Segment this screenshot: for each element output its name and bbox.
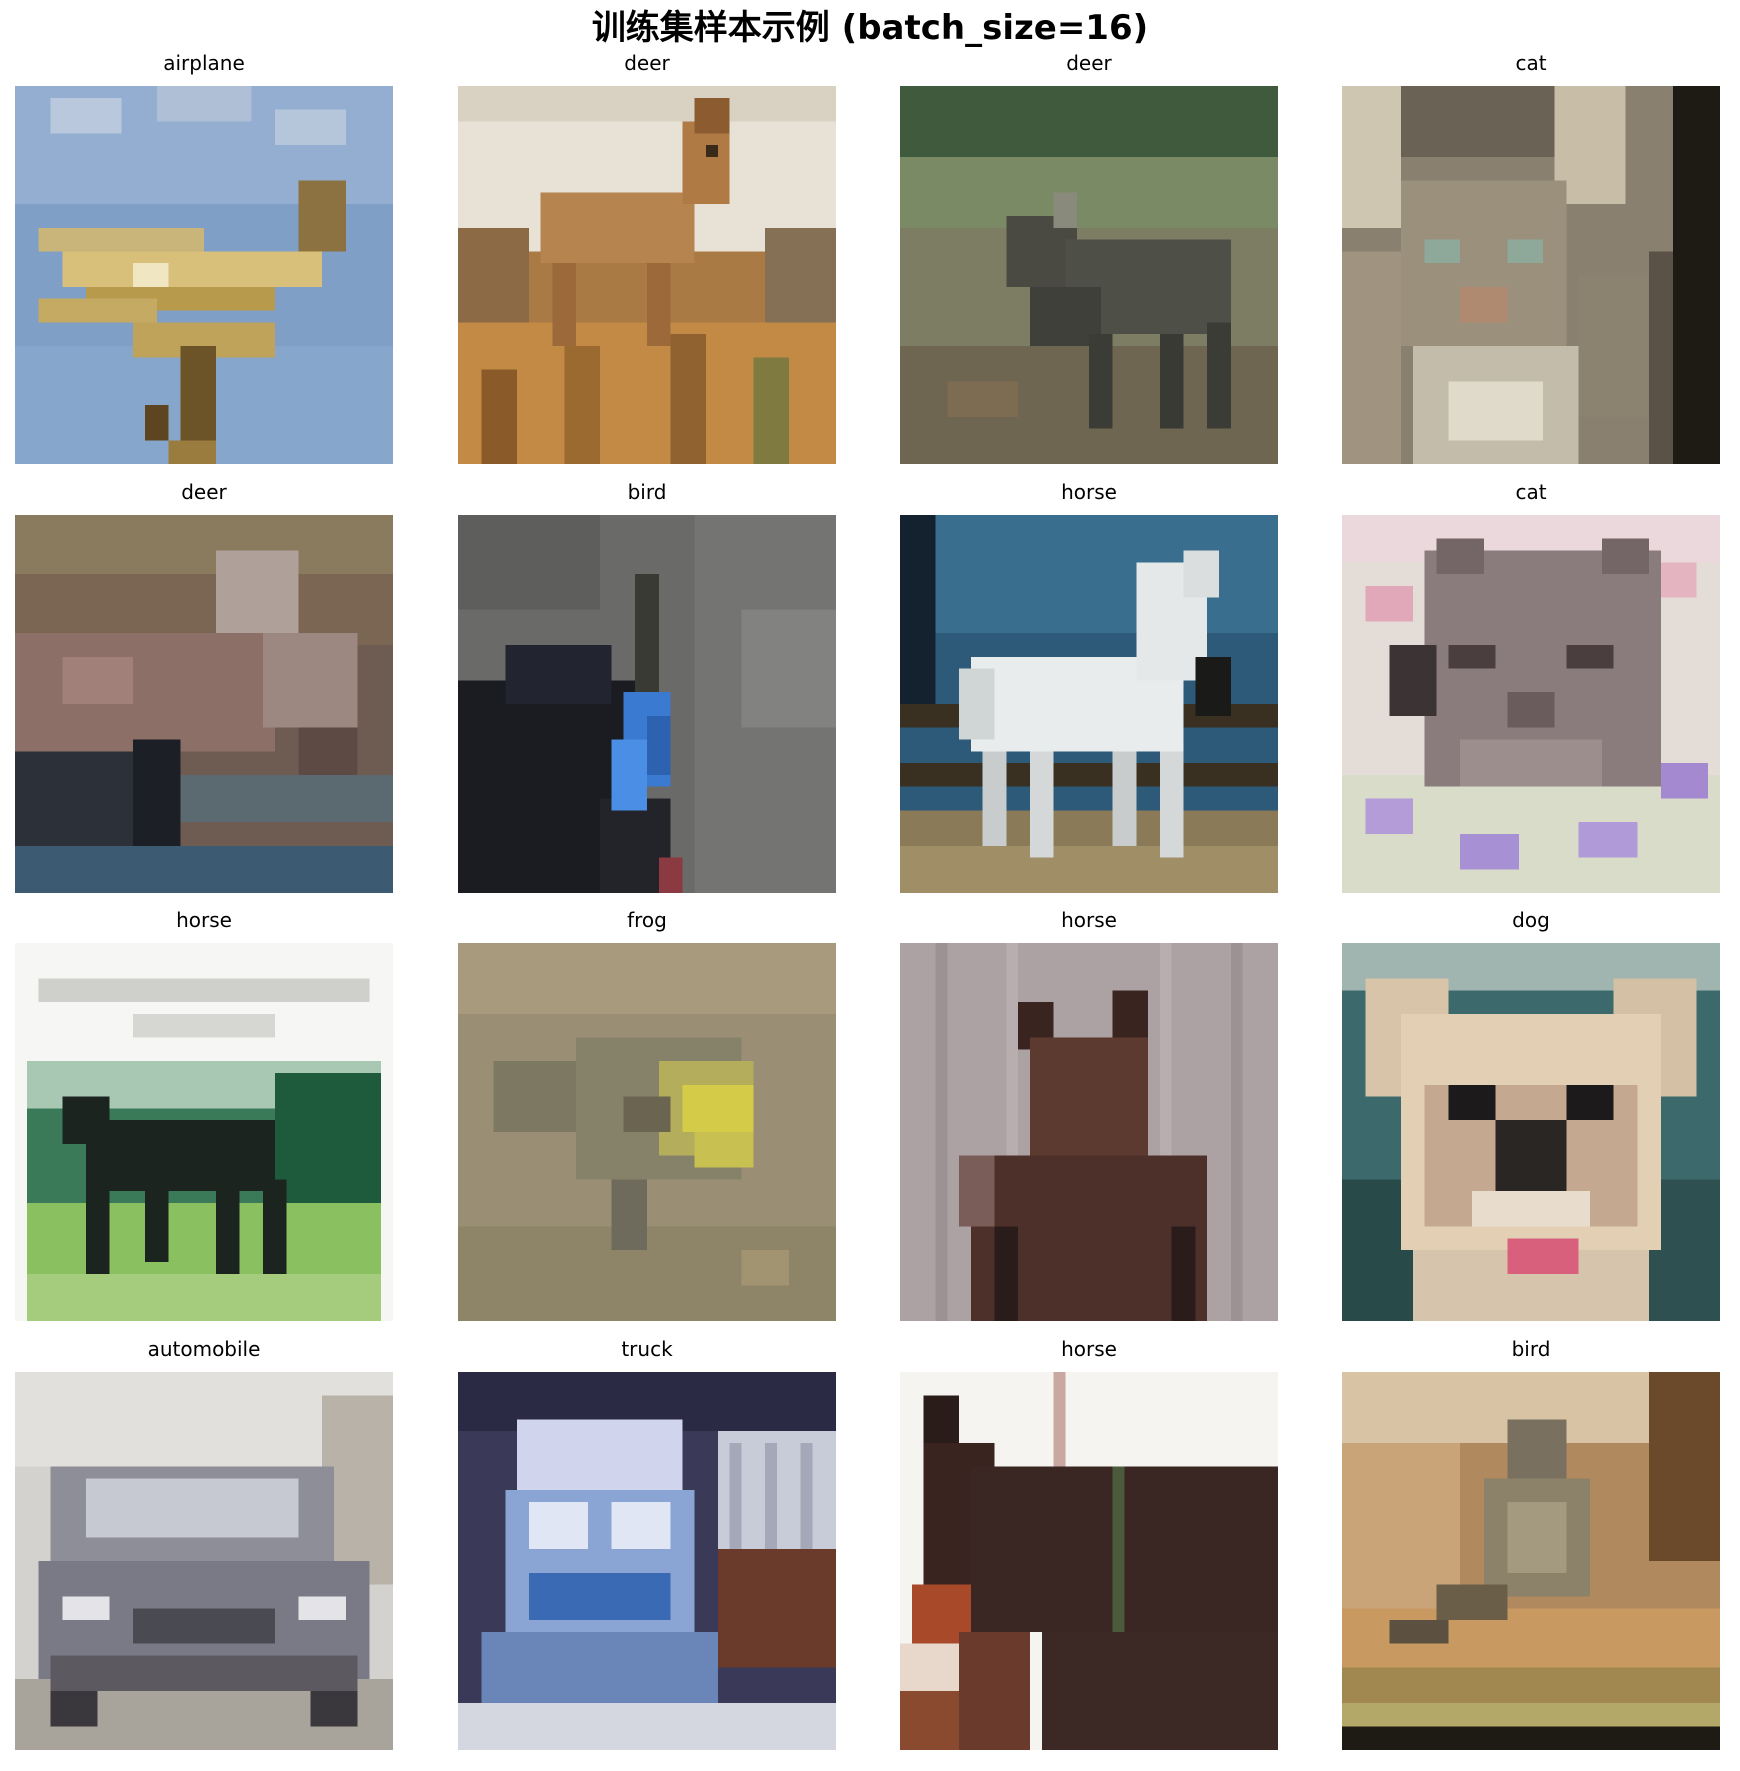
sample-label: deer [181,480,227,504]
sample-image-horse [900,1372,1278,1750]
sample-label: frog [627,908,667,932]
sample-label: deer [624,51,670,75]
figure-title: 训练集样本示例 (batch_size=16) [591,8,1149,48]
sample-image-airplane [15,86,393,464]
sample-label: bird [1511,1337,1551,1361]
sample-label: deer [1066,51,1112,75]
sample-image-horse [900,515,1278,893]
sample-image-deer [458,86,836,464]
sample-label: horse [1061,1337,1117,1361]
sample-image-deer [15,515,393,893]
sample-label: horse [176,908,232,932]
sample-image-horse [15,943,393,1321]
sample-image-cat [1342,515,1720,893]
sample-image-bird [1342,1372,1720,1750]
sample-label: airplane [163,51,245,75]
sample-image-automobile [15,1372,393,1750]
sample-image-horse [900,943,1278,1321]
sample-label: truck [621,1337,673,1361]
sample-label: cat [1515,480,1547,504]
sample-image-frog [458,943,836,1321]
sample-label: automobile [147,1337,261,1361]
sample-label: horse [1061,480,1117,504]
sample-label: bird [627,480,667,504]
sample-image-deer [900,86,1278,464]
sample-image-bird [458,515,836,893]
sample-label: cat [1515,51,1547,75]
sample-image-truck [458,1372,836,1750]
sample-image-cat [1342,86,1720,464]
sample-label: horse [1061,908,1117,932]
sample-label: dog [1512,908,1550,932]
sample-image-dog [1342,943,1720,1321]
